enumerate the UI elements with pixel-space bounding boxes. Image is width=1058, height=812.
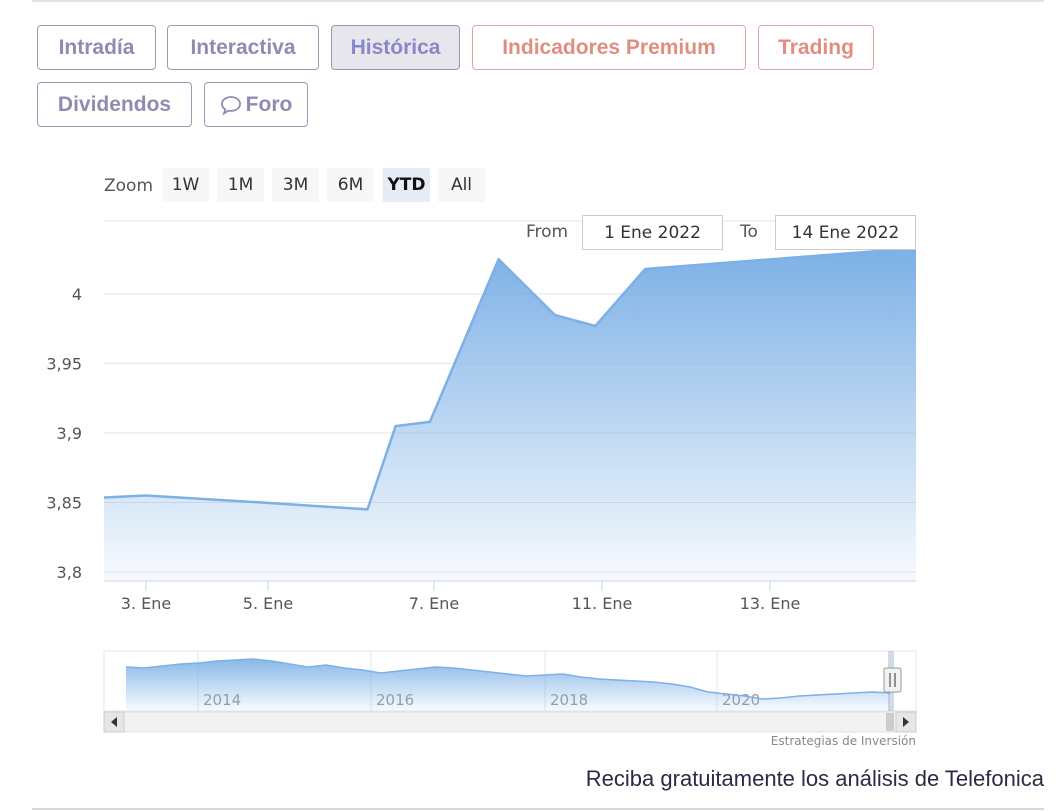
from-date-value: 1 Ene 2022 xyxy=(604,222,701,243)
x-tick-label: 7. Ene xyxy=(409,594,459,613)
y-tick-label: 3,95 xyxy=(46,355,82,374)
credits[interactable]: Estrategias de Inversión xyxy=(771,734,916,748)
y-tick-label: 3,85 xyxy=(46,494,82,513)
navigator[interactable]: 2014201620182020 xyxy=(103,650,917,733)
to-date-value: 14 Ene 2022 xyxy=(791,222,900,243)
x-axis: 3. Ene 5. Ene 7. Ene 11. Ene 13. Ene xyxy=(104,580,916,613)
chart: 3,8 3,85 3,9 3,95 4 3. Ene 5. Ene 7. Ene 11. En… xyxy=(46,220,917,733)
series-group xyxy=(104,246,916,581)
from-label: From xyxy=(526,222,569,242)
y-axis: 3,8 3,85 3,9 3,95 4 xyxy=(46,285,82,582)
cta-text[interactable]: Reciba gratuitamente los análisis de Tel… xyxy=(586,766,1044,792)
navigator-handle[interactable] xyxy=(883,667,902,693)
x-tick-label: 13. Ene xyxy=(740,594,801,613)
series-area xyxy=(104,248,916,581)
x-tick-label: 3. Ene xyxy=(121,594,171,613)
y-tick-label: 3,8 xyxy=(57,563,82,582)
x-tick-label: 5. Ene xyxy=(243,594,293,613)
to-date-input[interactable]: 14 Ene 2022 xyxy=(775,215,916,250)
y-tick-label: 3,9 xyxy=(57,424,82,443)
scrollbar-thumb[interactable] xyxy=(886,713,894,731)
x-tick-label: 11. Ene xyxy=(572,594,633,613)
bottom-divider xyxy=(32,808,1044,810)
from-date-input[interactable]: 1 Ene 2022 xyxy=(582,215,723,250)
to-label: To xyxy=(740,222,758,242)
y-tick-label: 4 xyxy=(72,285,82,304)
scrollbar-track xyxy=(103,711,917,733)
